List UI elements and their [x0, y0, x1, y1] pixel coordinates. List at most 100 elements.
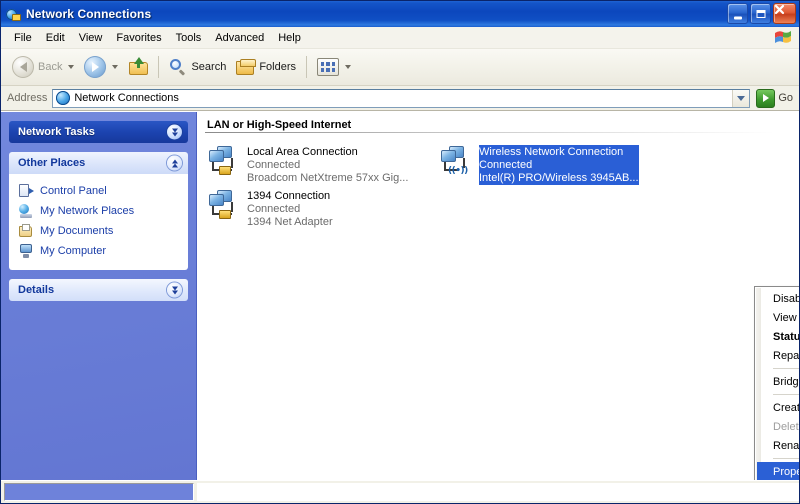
panel-network-tasks: Network Tasks — [9, 121, 188, 143]
back-dropdown-icon[interactable] — [68, 65, 75, 69]
go-label: Go — [778, 92, 793, 104]
lan-connection-icon — [207, 145, 241, 177]
status-bar — [1, 480, 799, 503]
menu-bar: File Edit View Favorites Tools Advanced … — [1, 27, 799, 49]
network-globe-icon — [5, 6, 21, 22]
up-button[interactable] — [123, 52, 153, 82]
chevron-down-icon[interactable] — [167, 124, 182, 140]
window-controls — [727, 3, 796, 24]
panel-network-tasks-title: Network Tasks — [18, 126, 95, 138]
connection-item-1394[interactable]: 1394 Connection Connected 1394 Net Adapt… — [205, 187, 433, 231]
views-button[interactable] — [312, 52, 356, 82]
context-menu: Disable View Available Wireless Networks… — [754, 286, 799, 480]
panel-other-places-title: Other Places — [18, 157, 86, 169]
views-grid-icon — [317, 58, 340, 76]
connection-item-wireless[interactable]: ((•)) Wireless Network Connection Connec… — [437, 143, 665, 187]
forward-button[interactable] — [79, 52, 123, 82]
up-folder-icon — [128, 57, 149, 77]
menu-tools[interactable]: Tools — [169, 30, 209, 46]
windows-flag-icon — [773, 28, 793, 46]
connection-item-local-area[interactable]: Local Area Connection Connected Broadcom… — [205, 143, 433, 187]
address-value: Network Connections — [74, 92, 179, 104]
address-label: Address — [7, 92, 48, 104]
context-menu-separator — [773, 394, 799, 395]
toolbar-separator-2 — [306, 56, 308, 78]
connection-status: Connected — [479, 159, 533, 171]
group-header: LAN or High-Speed Internet — [207, 119, 352, 131]
connection-device: 1394 Net Adapter — [247, 216, 333, 228]
connections-column-right: ((•)) Wireless Network Connection Connec… — [437, 143, 669, 187]
context-menu-separator — [773, 368, 799, 369]
network-places-icon — [18, 203, 34, 219]
context-menu-item-rename[interactable]: Rename — [755, 436, 799, 455]
views-dropdown-icon[interactable] — [345, 65, 352, 69]
folders-label: Folders — [259, 61, 297, 73]
sidebar-item-my-computer[interactable]: My Computer — [18, 241, 182, 261]
toolbar: Back Search Folders — [1, 49, 799, 86]
address-input[interactable]: Network Connections — [52, 88, 751, 108]
chevron-up-icon[interactable] — [167, 155, 182, 171]
title-bar[interactable]: Network Connections — [1, 1, 799, 27]
address-dropdown-button[interactable] — [732, 89, 750, 107]
panel-other-places-header[interactable]: Other Places — [9, 152, 188, 174]
connections-list: Local Area Connection Connected Broadcom… — [205, 143, 799, 231]
search-icon — [169, 58, 187, 76]
window-title: Network Connections — [26, 7, 152, 21]
chevron-down-icon[interactable] — [167, 282, 182, 298]
context-menu-item-repair[interactable]: Repair — [755, 346, 799, 365]
back-button[interactable]: Back — [7, 52, 79, 82]
connection-name: 1394 Connection — [247, 190, 331, 202]
panel-details: Details — [9, 279, 188, 301]
panel-details-header[interactable]: Details — [9, 279, 188, 301]
maximize-button[interactable] — [750, 3, 771, 24]
search-label: Search — [191, 61, 227, 73]
panel-details-title: Details — [18, 284, 55, 296]
wireless-connection-icon: ((•)) — [439, 145, 473, 177]
connection-status: Connected — [247, 203, 301, 215]
sidebar-item-control-panel[interactable]: Control Panel — [18, 181, 182, 201]
status-pane-primary — [4, 483, 194, 501]
menu-file[interactable]: File — [7, 30, 39, 46]
sidebar-item-my-documents[interactable]: My Documents — [18, 221, 182, 241]
context-menu-item-status[interactable]: Status — [755, 327, 799, 346]
menu-help[interactable]: Help — [271, 30, 308, 46]
forward-dropdown-icon[interactable] — [112, 65, 119, 69]
connection-name: Wireless Network Connection — [479, 146, 624, 158]
menu-favorites[interactable]: Favorites — [109, 30, 168, 46]
context-menu-separator — [773, 458, 799, 459]
go-button[interactable]: Go — [756, 88, 795, 108]
panel-network-tasks-header[interactable]: Network Tasks — [9, 121, 188, 143]
folders-button[interactable]: Folders — [231, 52, 301, 82]
sidebar-item-my-network-places[interactable]: My Network Places — [18, 201, 182, 221]
menu-advanced[interactable]: Advanced — [208, 30, 271, 46]
context-menu-item-view-available-wireless-networks[interactable]: View Available Wireless Networks — [755, 308, 799, 327]
window-body: Network Tasks Other Places Control Panel… — [1, 111, 799, 480]
context-menu-item-bridge-connections[interactable]: Bridge Connections — [755, 372, 799, 391]
search-button[interactable]: Search — [164, 52, 231, 82]
context-menu-item-properties[interactable]: Properties — [757, 462, 799, 480]
sidebar-item-label: Control Panel — [40, 185, 107, 197]
connection-name: Local Area Connection — [247, 146, 358, 158]
connection-status: Connected — [247, 159, 301, 171]
minimize-button[interactable] — [727, 3, 748, 24]
close-button[interactable] — [773, 3, 796, 24]
context-menu-item-create-shortcut[interactable]: Create Shortcut — [755, 398, 799, 417]
connection-text: Local Area Connection Connected Broadcom… — [247, 145, 408, 185]
go-arrow-icon — [756, 88, 776, 108]
lan-connection-icon — [207, 189, 241, 221]
connections-column-left: Local Area Connection Connected Broadcom… — [205, 143, 437, 231]
connections-pane: LAN or High-Speed Internet Local Area Co… — [197, 112, 799, 480]
sidebar-item-label: My Documents — [40, 225, 114, 237]
address-network-icon — [56, 91, 71, 105]
my-computer-icon — [18, 243, 34, 259]
connection-text: Wireless Network Connection Connected In… — [479, 145, 639, 185]
context-menu-item-delete: Delete — [773, 420, 799, 433]
toolbar-separator — [158, 56, 160, 78]
menu-view[interactable]: View — [72, 30, 110, 46]
connection-text: 1394 Connection Connected 1394 Net Adapt… — [247, 189, 333, 229]
menu-edit[interactable]: Edit — [39, 30, 72, 46]
sidebar-item-label: My Network Places — [40, 205, 135, 217]
back-label: Back — [38, 61, 63, 73]
my-documents-icon — [18, 223, 34, 239]
context-menu-item-disable[interactable]: Disable — [755, 289, 799, 308]
